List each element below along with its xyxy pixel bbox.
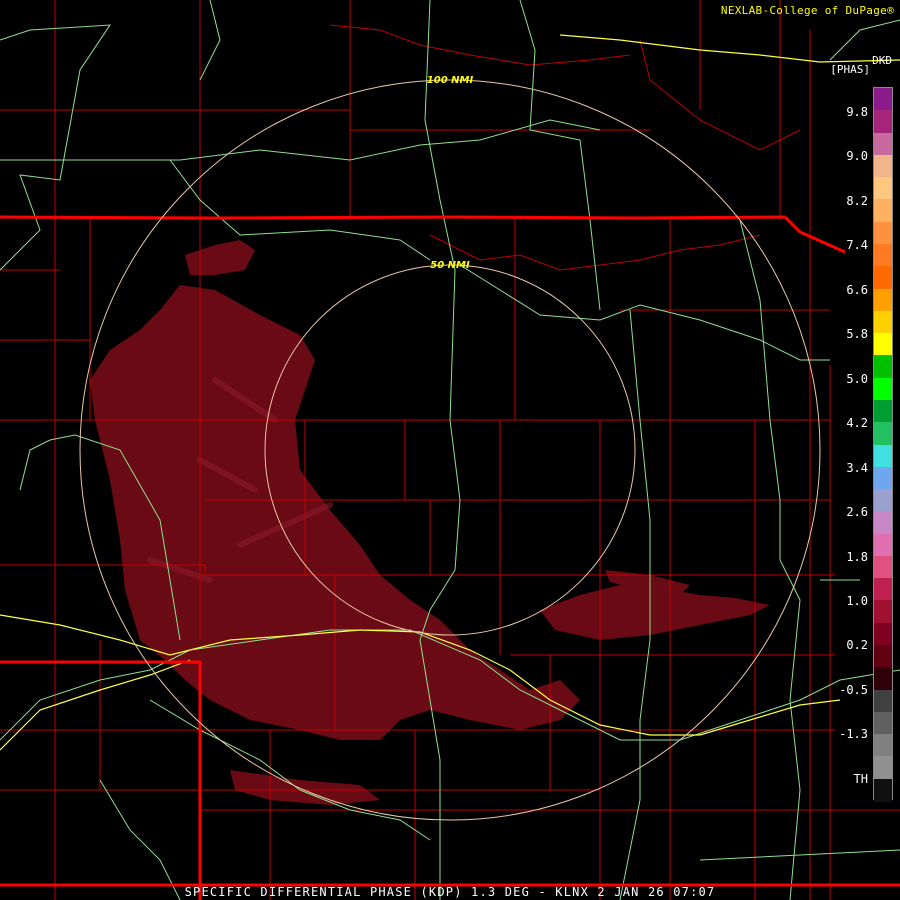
color-legend-bar	[873, 87, 893, 802]
county-border	[329, 24, 631, 66]
legend-swatch	[874, 756, 892, 780]
legend-label: 1.0	[846, 593, 868, 608]
legend-swatch	[874, 377, 892, 401]
radar-map: 50 NMI 100 NMI	[0, 0, 900, 900]
legend-swatch	[874, 778, 892, 802]
legend-swatch	[874, 422, 892, 445]
radar-screen: 50 NMI 100 NMI NEXLAB-College of DuPage®…	[0, 0, 900, 900]
legend-label: 6.6	[846, 282, 868, 297]
echo-east-band	[540, 585, 770, 640]
highway	[519, 0, 601, 311]
legend-swatch	[874, 110, 892, 134]
legend-swatch	[874, 600, 892, 624]
legend-swatch	[874, 689, 892, 713]
legend-label: -1.3	[839, 727, 868, 742]
echo-south-fringe	[230, 770, 380, 805]
legend-swatch	[874, 310, 892, 334]
highway	[169, 159, 431, 261]
credit-suffix: ®	[887, 4, 894, 17]
highway	[419, 0, 461, 900]
legend-label: 9.8	[846, 105, 868, 119]
legend-swatch	[874, 355, 892, 379]
legend-swatch	[874, 667, 892, 691]
legend-swatch	[874, 266, 892, 290]
legend-swatch	[874, 511, 892, 535]
legend-swatch	[874, 177, 892, 200]
ring-label-50-nmi: 50 NMI	[430, 260, 470, 271]
legend-label: 3.4	[846, 460, 868, 475]
legend-label: -0.5	[839, 682, 868, 697]
credit-label: NEXLAB-College of DuPage®	[721, 4, 894, 17]
legend-swatch	[874, 734, 892, 757]
legend-swatch	[874, 399, 892, 423]
highway	[99, 779, 181, 900]
highway	[199, 0, 221, 81]
legend-label: 1.8	[846, 549, 868, 564]
highway	[739, 219, 801, 900]
legend-label: 5.0	[846, 371, 868, 386]
legend-swatch	[874, 533, 892, 557]
legend-swatch	[874, 88, 892, 111]
state-border	[0, 215, 786, 220]
legend-swatch	[874, 288, 892, 312]
legend-label: 0.2	[846, 638, 868, 653]
legend-label: 7.4	[846, 238, 868, 253]
legend-swatch	[874, 466, 892, 490]
legend-swatch	[874, 489, 892, 512]
legend-swatch	[874, 578, 892, 601]
legend-label: 2.6	[846, 505, 868, 520]
credit-text: NEXLAB-College of DuPage	[720, 4, 888, 17]
legend-swatch	[874, 622, 892, 646]
legend-swatch	[874, 444, 892, 468]
highway	[0, 119, 601, 161]
range-ring-labels: 50 NMI 100 NMI	[427, 75, 474, 271]
echo-northwest-fringe	[185, 240, 255, 275]
legend-swatch	[874, 555, 892, 579]
state-border	[783, 215, 846, 254]
legend-swatch	[874, 221, 892, 245]
interstate	[0, 659, 191, 751]
ring-label-100-nmi: 100 NMI	[427, 75, 474, 86]
product-code: DKD	[872, 54, 892, 67]
legend-swatch	[874, 132, 892, 156]
legend-label: TH	[853, 771, 868, 786]
legend-label: 8.2	[846, 193, 868, 208]
legend-swatch	[874, 199, 892, 223]
legend-swatch	[874, 243, 892, 267]
legend-swatch	[874, 154, 892, 178]
legend-swatch	[874, 711, 892, 735]
highway	[699, 579, 900, 861]
units-label: [PHAS]	[830, 63, 870, 76]
legend-label: 9.0	[846, 149, 868, 164]
legend-swatch	[874, 333, 892, 356]
interstate	[559, 34, 900, 63]
legend-label: 5.8	[846, 327, 868, 342]
legend-swatch	[874, 645, 892, 668]
product-footer: SPECIFIC DIFFERENTIAL PHASE (KDP) 1.3 DE…	[184, 885, 716, 899]
legend-label: 4.2	[846, 416, 868, 431]
